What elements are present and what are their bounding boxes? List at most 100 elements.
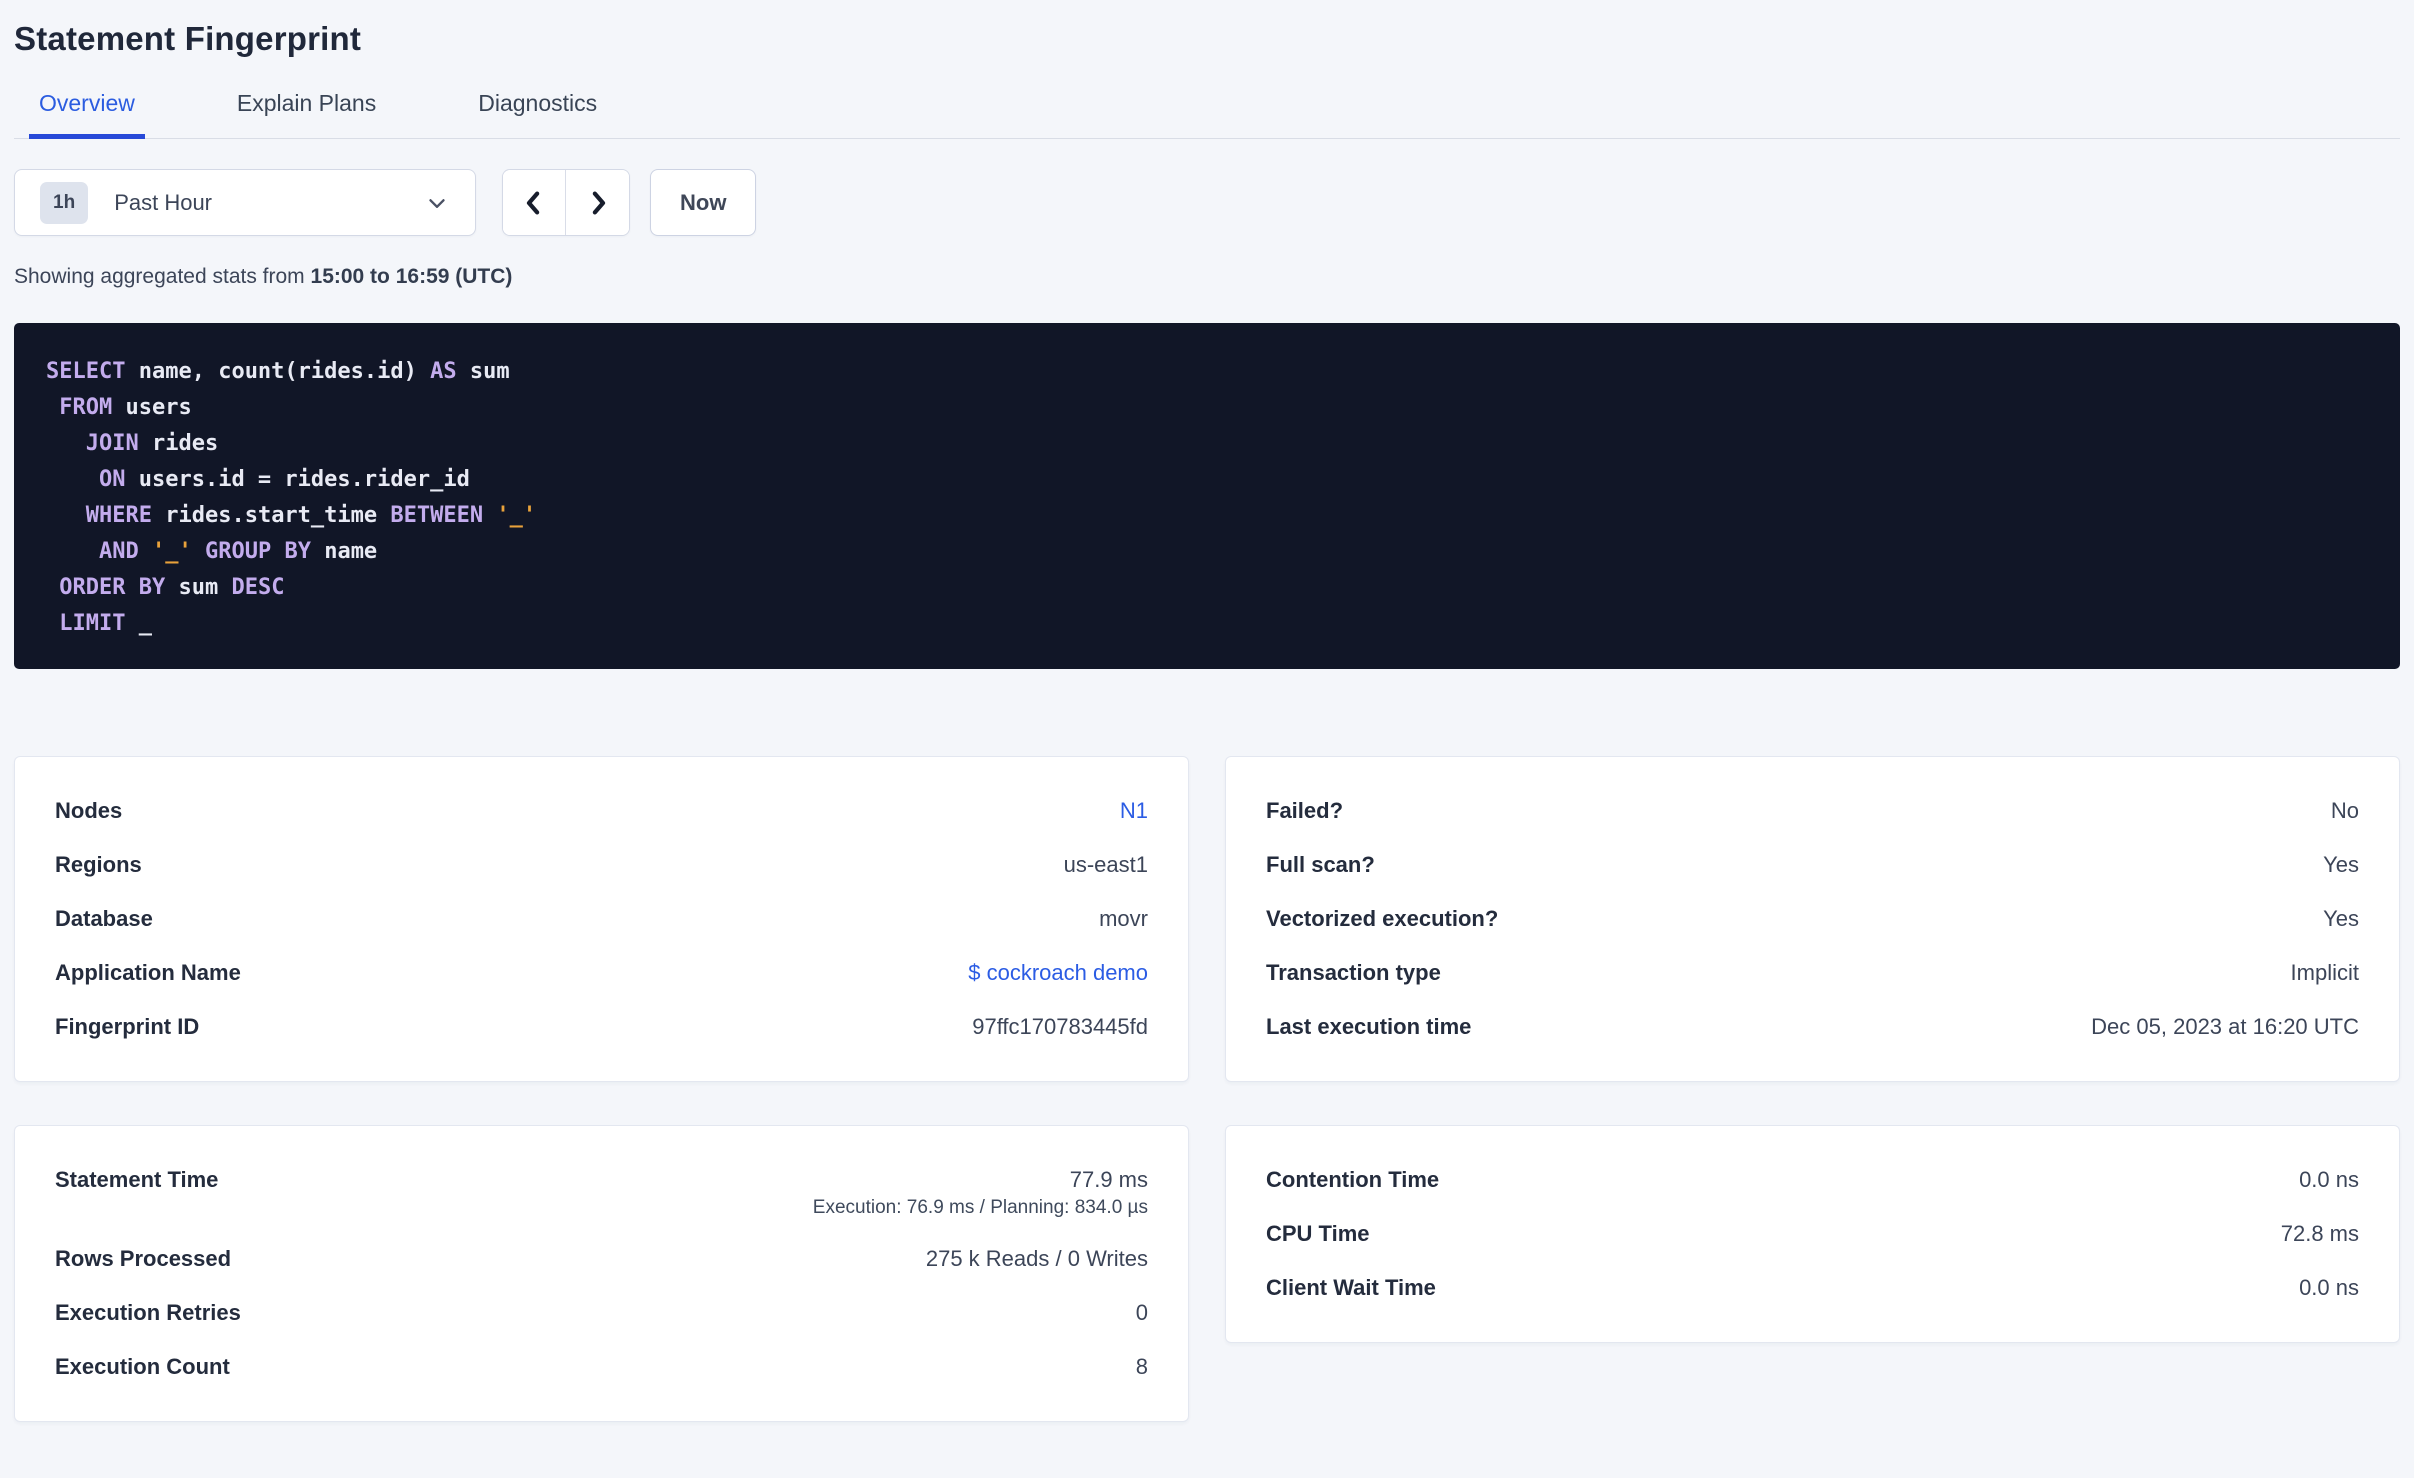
- row-value: Dec 05, 2023 at 16:20 UTC: [2091, 1014, 2359, 1039]
- card-row-cpu-time: CPU Time 72.8 ms: [1266, 1207, 2359, 1261]
- sql-token: JOIN: [85, 431, 139, 456]
- row-label: Execution Count: [55, 1354, 230, 1379]
- row-value-link[interactable]: N1: [1120, 798, 1148, 823]
- sql-token: AS: [430, 359, 457, 384]
- row-label: Full scan?: [1266, 852, 1375, 877]
- row-label: Statement Time: [55, 1167, 219, 1192]
- now-button[interactable]: Now: [650, 169, 757, 236]
- sql-token: name: [310, 539, 378, 564]
- tab-bar: Overview Explain Plans Diagnostics: [14, 90, 2400, 139]
- sql-token: FROM: [59, 395, 113, 420]
- row-value-wrap: 0.0 ns: [2299, 1274, 2359, 1302]
- card-row-fingerprint-id: Fingerprint ID 97ffc170783445fd: [55, 1000, 1148, 1054]
- time-range-select[interactable]: 1h Past Hour: [14, 169, 476, 236]
- row-value-wrap: Yes: [2323, 905, 2359, 933]
- card-row-execution-retries: Execution Retries 0: [55, 1286, 1148, 1340]
- time-range-label: Past Hour: [114, 189, 213, 215]
- sql-token: '_': [151, 539, 192, 564]
- row-value-wrap: N1: [1120, 797, 1148, 825]
- sql-token: users: [112, 395, 192, 420]
- row-label: Transaction type: [1266, 960, 1441, 985]
- row-value-wrap: 77.9 ms Execution: 76.9 ms / Planning: 83…: [813, 1166, 1148, 1219]
- card-row-vectorized-execution: Vectorized execution? Yes: [1266, 892, 2359, 946]
- sql-token: LIMIT: [59, 611, 126, 636]
- row-value: No: [2330, 798, 2359, 823]
- row-subvalue: Execution: 76.9 ms / Planning: 834.0 µs: [812, 1197, 1148, 1218]
- aggregated-stats-text: Showing aggregated stats from 15:00 to 1…: [14, 265, 2400, 289]
- row-label: Vectorized execution?: [1266, 906, 1499, 931]
- row-label: CPU Time: [1266, 1221, 1370, 1246]
- row-value: Yes: [2323, 852, 2359, 877]
- tab-explain-plans[interactable]: Explain Plans: [227, 90, 386, 139]
- row-value-wrap: 72.8 ms: [2281, 1220, 2359, 1248]
- card-row-client-wait-time: Client Wait Time 0.0 ns: [1266, 1261, 2359, 1315]
- card-row-execution-count: Execution Count 8: [55, 1340, 1148, 1394]
- sql-token: DESC: [231, 575, 285, 600]
- sql-token: rides.start_time: [151, 503, 391, 528]
- row-value: 72.8 ms: [2280, 1221, 2359, 1246]
- aggregated-stats-prefix: Showing aggregated stats from: [14, 265, 311, 288]
- row-value-wrap: Implicit: [2291, 959, 2359, 987]
- card-row-rows-processed: Rows Processed 275 k Reads / 0 Writes: [55, 1232, 1148, 1286]
- next-time-button[interactable]: [566, 170, 629, 235]
- tab-overview[interactable]: Overview: [29, 90, 145, 139]
- sql-token: name, count(rides.id): [125, 359, 431, 384]
- row-value: us-east1: [1063, 852, 1148, 877]
- sql-statement-box: SELECT name, count(rides.id) AS sum FROM…: [14, 323, 2400, 669]
- card-row-failed: Failed? No: [1266, 784, 2359, 838]
- row-value: 275 k Reads / 0 Writes: [925, 1246, 1148, 1271]
- sql-token: rides: [138, 431, 219, 456]
- execution-attributes-card: Failed? No Full scan? Yes Vectorized executi…: [1225, 756, 2400, 1082]
- sql-token: AND: [98, 539, 139, 564]
- row-value: movr: [1099, 906, 1148, 931]
- row-value: Implicit: [2290, 960, 2359, 985]
- row-value-wrap: movr: [1099, 905, 1148, 933]
- row-value-link[interactable]: $ cockroach demo: [968, 960, 1148, 985]
- card-row-statement-time: Statement Time 77.9 ms Execution: 76.9 ms …: [55, 1153, 1148, 1232]
- row-label: Database: [55, 906, 153, 931]
- row-label: Nodes: [55, 798, 123, 823]
- sql-token: GROUP BY: [204, 539, 311, 564]
- page-title: Statement Fingerprint: [14, 20, 362, 57]
- row-value: 8: [1135, 1354, 1148, 1379]
- tab-diagnostics[interactable]: Diagnostics: [468, 90, 607, 139]
- row-value-wrap: Dec 05, 2023 at 16:20 UTC: [2091, 1013, 2359, 1041]
- row-label: Fingerprint ID: [55, 1014, 200, 1039]
- row-label: Rows Processed: [55, 1246, 232, 1271]
- card-row-full-scan: Full scan? Yes: [1266, 838, 2359, 892]
- sql-token: SELECT: [46, 359, 126, 384]
- row-label: Failed?: [1266, 798, 1344, 823]
- card-row-last-execution-time: Last execution time Dec 05, 2023 at 16:20…: [1266, 1000, 2359, 1054]
- sql-token: WHERE: [85, 503, 152, 528]
- row-label: Last execution time: [1266, 1014, 1472, 1039]
- sql-token: _: [125, 611, 152, 636]
- prev-time-button[interactable]: [503, 170, 566, 235]
- sql-token: ON: [98, 467, 126, 492]
- card-row-application-name: Application Name $ cockroach demo: [55, 946, 1148, 1000]
- sql-token: sum: [165, 575, 232, 600]
- row-label: Regions: [55, 852, 142, 877]
- time-stats-card: Contention Time 0.0 ns CPU Time 72.8 ms Clie…: [1225, 1125, 2400, 1343]
- time-controls: 1h Past Hour Now: [14, 169, 2400, 236]
- sql-token: users.id = rides.rider_id: [125, 467, 470, 492]
- row-value: Yes: [2323, 906, 2359, 931]
- row-value-wrap: 8: [1136, 1353, 1148, 1381]
- sql-token: BETWEEN: [390, 503, 484, 528]
- statement-details-card: Nodes N1 Regions us-east1 Database movr Applic…: [14, 756, 1189, 1082]
- row-value: 0.0 ns: [2299, 1167, 2359, 1192]
- statement-stats-card: Statement Time 77.9 ms Execution: 76.9 ms …: [14, 1125, 1189, 1422]
- row-value: 0.0 ns: [2299, 1275, 2359, 1300]
- card-row-nodes: Nodes N1: [55, 784, 1148, 838]
- sql-token: sum: [456, 359, 510, 384]
- summary-cards: Nodes N1 Regions us-east1 Database movr Applic…: [14, 756, 2400, 1422]
- row-value: 77.9 ms: [1069, 1167, 1148, 1192]
- row-value-wrap: $ cockroach demo: [968, 959, 1148, 987]
